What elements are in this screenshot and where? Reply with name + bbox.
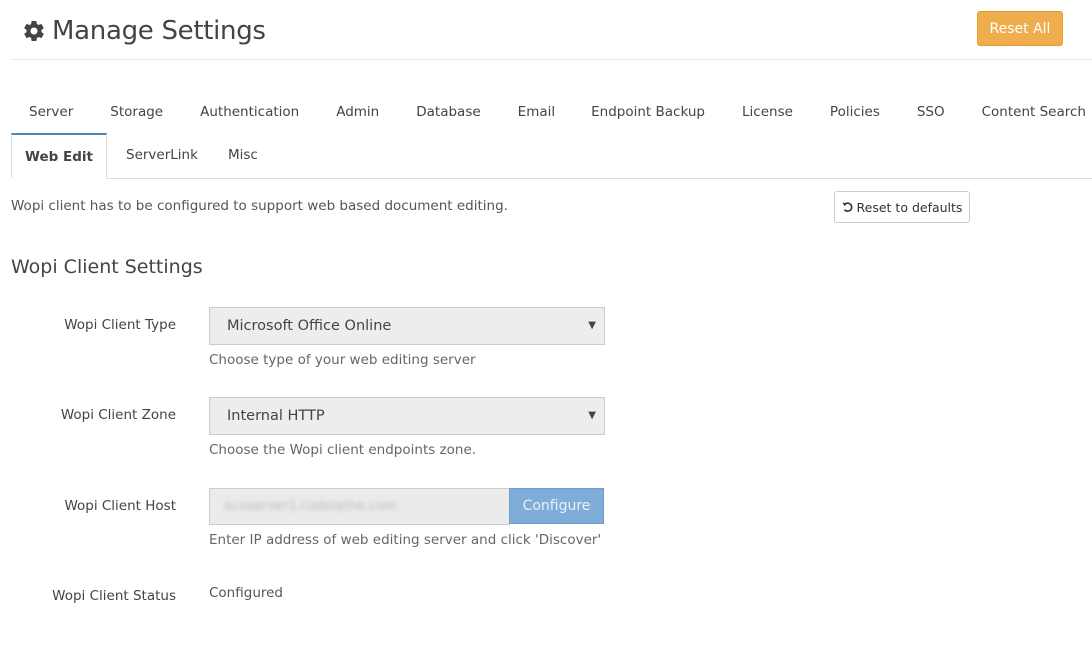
tab-misc[interactable]: Misc	[228, 133, 258, 177]
wopi-client-zone-value: Internal HTTP	[227, 408, 325, 424]
tab-content-search[interactable]: Content Search	[982, 94, 1086, 132]
tab-sso[interactable]: SSO	[917, 94, 945, 132]
section-title: Wopi Client Settings	[11, 256, 203, 278]
reset-to-defaults-label: Reset to defaults	[856, 199, 963, 215]
tab-serverlink[interactable]: ServerLink	[126, 133, 198, 177]
tab-policies[interactable]: Policies	[830, 94, 880, 132]
wopi-client-host-value: ecoserver1.codelathe.com	[224, 499, 397, 514]
undo-icon	[842, 202, 852, 212]
wopi-client-host-input[interactable]: ecoserver1.codelathe.com	[209, 488, 510, 525]
wopi-client-type-help: Choose type of your web editing server	[209, 352, 476, 368]
wopi-client-status-value: Configured	[209, 585, 283, 601]
reset-all-button[interactable]: Reset All	[977, 11, 1063, 46]
wopi-client-type-value: Microsoft Office Online	[227, 318, 392, 334]
tab-email[interactable]: Email	[518, 94, 555, 132]
tab-endpoint-backup[interactable]: Endpoint Backup	[591, 94, 705, 132]
configure-button[interactable]: Configure	[509, 488, 604, 524]
wopi-client-zone-help: Choose the Wopi client endpoints zone.	[209, 442, 477, 458]
wopi-client-zone-select[interactable]: Internal HTTP ▼	[209, 397, 605, 435]
tab-authentication[interactable]: Authentication	[200, 94, 299, 132]
wopi-client-host-label: Wopi Client Host	[64, 498, 176, 514]
wopi-client-zone-label: Wopi Client Zone	[60, 407, 176, 423]
wopi-client-type-select[interactable]: Microsoft Office Online ▼	[209, 307, 605, 345]
wopi-client-status-label: Wopi Client Status	[52, 588, 176, 604]
gear-icon	[24, 21, 44, 42]
caret-down-icon: ▼	[588, 410, 596, 421]
page-title-text: Manage Settings	[52, 16, 266, 46]
caret-down-icon: ▼	[588, 320, 596, 331]
wopi-client-type-label: Wopi Client Type	[64, 317, 176, 333]
settings-tabs-row2: Web Edit ServerLink Misc	[11, 133, 1092, 179]
tab-server[interactable]: Server	[29, 94, 73, 132]
tab-database[interactable]: Database	[416, 94, 480, 132]
wopi-client-host-help: Enter IP address of web editing server a…	[209, 532, 602, 548]
reset-to-defaults-button[interactable]: Reset to defaults	[834, 191, 970, 223]
settings-tabs-row1: Server Storage Authentication Admin Data…	[11, 94, 1086, 132]
intro-text: Wopi client has to be configured to supp…	[11, 198, 508, 214]
tab-storage[interactable]: Storage	[110, 94, 163, 132]
tab-license[interactable]: License	[742, 94, 793, 132]
tab-admin[interactable]: Admin	[336, 94, 379, 132]
page-title: Manage Settings	[22, 16, 266, 46]
tab-web-edit[interactable]: Web Edit	[11, 133, 107, 179]
